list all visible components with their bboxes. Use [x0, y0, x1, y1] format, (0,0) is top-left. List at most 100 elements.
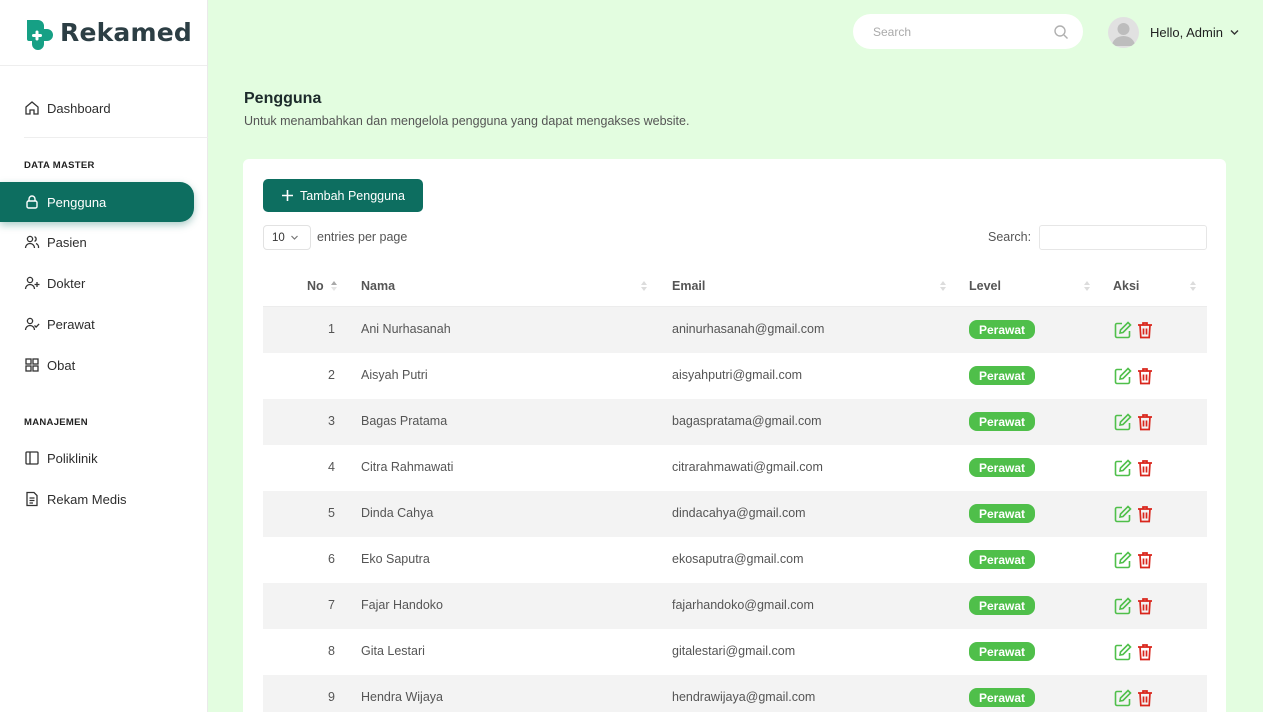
sidebar-item-pasien[interactable]: Pasien: [0, 222, 194, 262]
add-user-button[interactable]: Tambah Pengguna: [263, 179, 423, 212]
table-row[interactable]: 3 Bagas Pratama bagaspratama@gmail.com P…: [263, 399, 1207, 445]
user-plus-icon: [24, 275, 40, 291]
table-row[interactable]: 7 Fajar Handoko fajarhandoko@gmail.com P…: [263, 583, 1207, 629]
table-search-input[interactable]: [1039, 225, 1207, 250]
cell-email: dindacahya@gmail.com: [672, 506, 806, 520]
user-menu[interactable]: Hello, Admin: [1150, 25, 1240, 40]
cell-email: aninurhasanah@gmail.com: [672, 322, 825, 336]
level-badge: Perawat: [969, 550, 1035, 569]
grid-icon: [24, 357, 40, 373]
rekamed-logo-icon: [27, 19, 53, 50]
level-badge: Perawat: [969, 688, 1035, 707]
sort-icon[interactable]: [1083, 279, 1091, 293]
column-header-level[interactable]: Level: [969, 279, 1001, 293]
plus-icon: [282, 190, 294, 201]
sidebar: Rekamed Dashboard DATA MASTER Pengguna P…: [0, 0, 208, 712]
level-badge: Perawat: [969, 458, 1035, 477]
delete-icon[interactable]: [1135, 642, 1155, 662]
delete-icon[interactable]: [1135, 412, 1155, 432]
delete-icon[interactable]: [1135, 366, 1155, 386]
chevron-down-icon: [290, 235, 298, 240]
table-row[interactable]: 6 Eko Saputra ekosaputra@gmail.com Peraw…: [263, 537, 1207, 583]
cell-email: hendrawijaya@gmail.com: [672, 690, 816, 704]
delete-icon[interactable]: [1135, 458, 1155, 478]
delete-icon[interactable]: [1135, 320, 1155, 340]
sort-asc-icon[interactable]: [330, 279, 338, 293]
entries-label: entries per page: [317, 230, 408, 244]
sidebar-item-perawat[interactable]: Perawat: [0, 304, 194, 344]
sidebar-item-label: Pasien: [47, 234, 87, 250]
level-badge: Perawat: [969, 366, 1035, 385]
lock-icon: [24, 194, 40, 210]
table-row[interactable]: 2 Aisyah Putri aisyahputri@gmail.com Per…: [263, 353, 1207, 399]
cell-no: 2: [328, 368, 335, 382]
sidebar-item-poliklinik[interactable]: Poliklinik: [0, 438, 194, 478]
sidebar-item-label: Poliklinik: [47, 450, 98, 466]
sidebar-item-label: Pengguna: [47, 194, 107, 210]
cell-no: 7: [328, 598, 335, 612]
cell-no: 4: [328, 460, 335, 474]
page-title: Pengguna: [244, 90, 322, 107]
edit-icon[interactable]: [1113, 550, 1133, 570]
cell-nama: Aisyah Putri: [361, 368, 428, 382]
table-row[interactable]: 9 Hendra Wijaya hendrawijaya@gmail.com P…: [263, 675, 1207, 712]
level-badge: Perawat: [969, 642, 1035, 661]
sort-icon[interactable]: [1189, 279, 1197, 293]
delete-icon[interactable]: [1135, 504, 1155, 524]
edit-icon[interactable]: [1113, 458, 1133, 478]
header-search-input[interactable]: [873, 24, 1043, 39]
cell-email: aisyahputri@gmail.com: [672, 368, 803, 382]
column-header-aksi[interactable]: Aksi: [1113, 279, 1139, 293]
table-search-label: Search:: [988, 230, 1032, 244]
sidebar-item-dashboard[interactable]: Dashboard: [0, 88, 194, 128]
search-icon[interactable]: [1053, 24, 1069, 40]
column-header-nama[interactable]: Nama: [361, 279, 395, 293]
chevron-down-icon: [1230, 30, 1239, 35]
cell-nama: Eko Saputra: [361, 552, 430, 566]
cell-no: 9: [328, 690, 335, 704]
edit-icon[interactable]: [1113, 504, 1133, 524]
edit-icon[interactable]: [1113, 596, 1133, 616]
table-body: 1 Ani Nurhasanah aninurhasanah@gmail.com…: [263, 307, 1207, 712]
column-header-email[interactable]: Email: [672, 279, 705, 293]
table-row[interactable]: 5 Dinda Cahya dindacahya@gmail.com Peraw…: [263, 491, 1207, 537]
cell-nama: Fajar Handoko: [361, 598, 443, 612]
delete-icon[interactable]: [1135, 688, 1155, 708]
level-badge: Perawat: [969, 320, 1035, 339]
cell-nama: Gita Lestari: [361, 644, 425, 658]
column-header-no[interactable]: No: [307, 279, 324, 293]
cell-email: gitalestari@gmail.com: [672, 644, 796, 658]
cell-no: 1: [328, 322, 335, 336]
sort-icon[interactable]: [939, 279, 947, 293]
edit-icon[interactable]: [1113, 320, 1133, 340]
table-row[interactable]: 1 Ani Nurhasanah aninurhasanah@gmail.com…: [263, 307, 1207, 353]
edit-icon[interactable]: [1113, 412, 1133, 432]
delete-icon[interactable]: [1135, 596, 1155, 616]
page-size-value: 10: [272, 231, 285, 244]
add-user-label: Tambah Pengguna: [300, 188, 405, 203]
sidebar-item-pengguna[interactable]: Pengguna: [0, 182, 194, 222]
users-table: No Nama Email Level Aksi 1 Ani Nurhasana…: [263, 267, 1207, 712]
page-size-select[interactable]: 10: [263, 225, 311, 250]
sidebar-item-label: Perawat: [47, 316, 95, 332]
cell-email: bagaspratama@gmail.com: [672, 414, 822, 428]
table-row[interactable]: 8 Gita Lestari gitalestari@gmail.com Per…: [263, 629, 1207, 675]
sidebar-item-label: Obat: [47, 357, 76, 373]
delete-icon[interactable]: [1135, 550, 1155, 570]
edit-icon[interactable]: [1113, 688, 1133, 708]
edit-icon[interactable]: [1113, 642, 1133, 662]
sidebar-item-obat[interactable]: Obat: [0, 345, 194, 385]
home-icon: [24, 100, 40, 116]
page-subtitle: Untuk menambahkan dan mengelola pengguna…: [244, 114, 690, 128]
sidebar-item-dokter[interactable]: Dokter: [0, 263, 194, 303]
user-avatar-icon: [1112, 23, 1135, 46]
sidebar-item-rekam-medis[interactable]: Rekam Medis: [0, 479, 194, 519]
brand[interactable]: Rekamed: [0, 0, 207, 66]
brand-name: Rekamed: [60, 18, 193, 47]
avatar[interactable]: [1108, 17, 1139, 48]
edit-icon[interactable]: [1113, 366, 1133, 386]
cell-no: 8: [328, 644, 335, 658]
table-row[interactable]: 4 Citra Rahmawati citrarahmawati@gmail.c…: [263, 445, 1207, 491]
sort-icon[interactable]: [640, 279, 648, 293]
user-check-icon: [24, 316, 40, 332]
